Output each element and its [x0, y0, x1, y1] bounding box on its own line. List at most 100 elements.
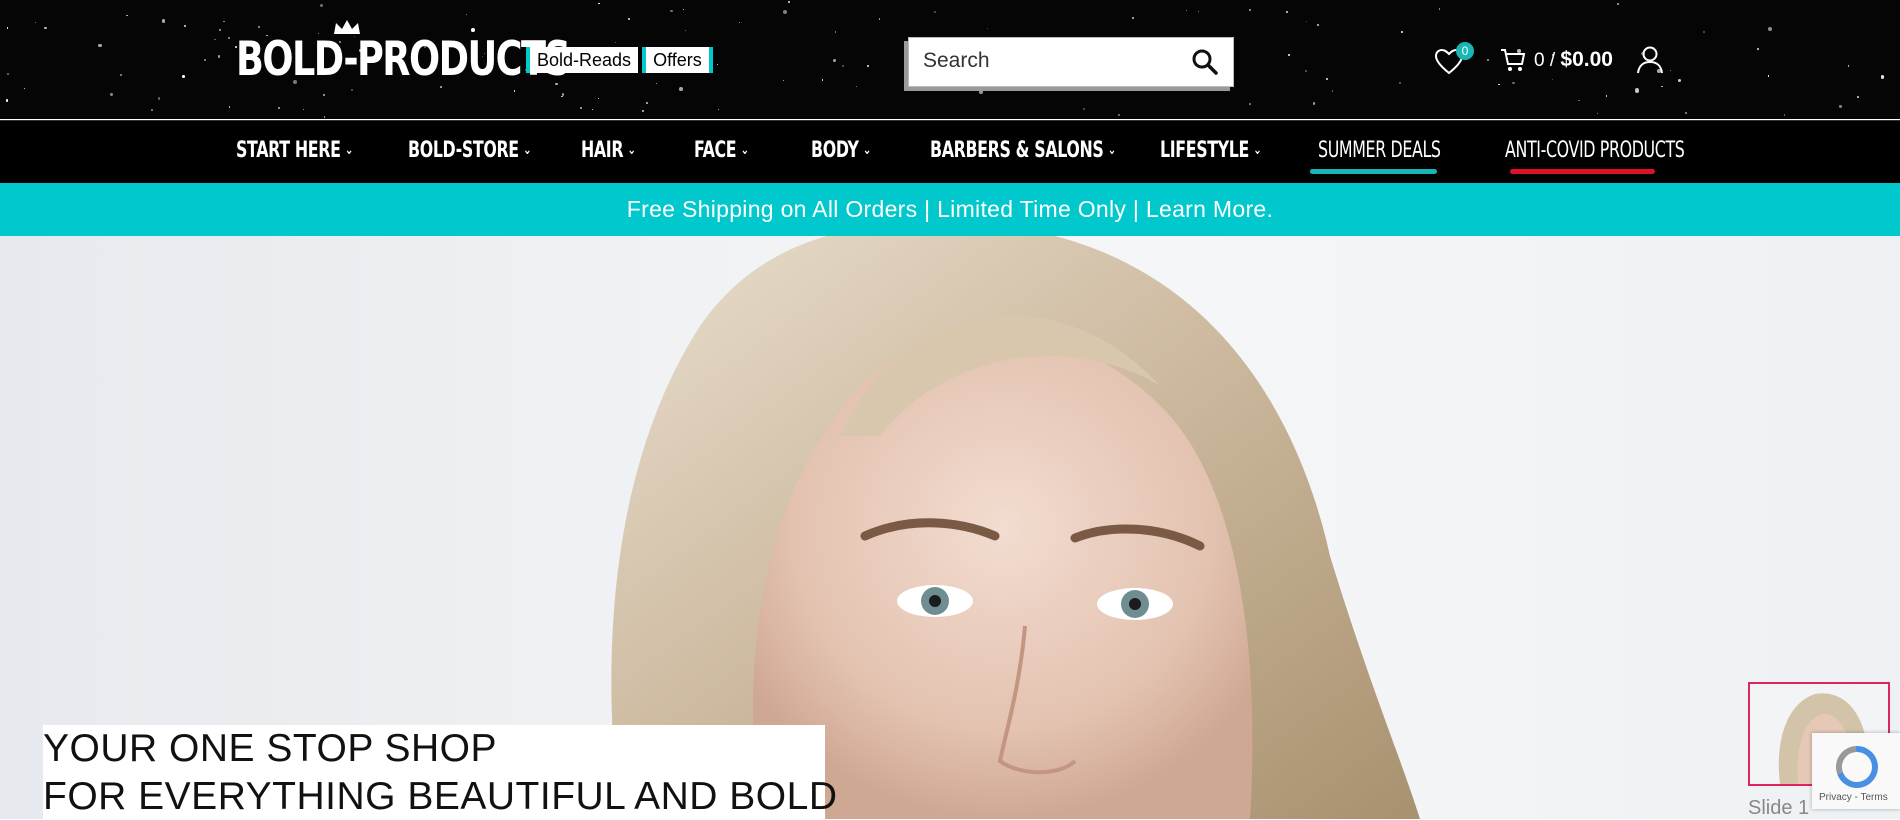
star	[614, 42, 616, 44]
slide-alt-text: Slide 1	[1748, 797, 1810, 819]
star	[513, 90, 515, 92]
nav-item-lifestyle[interactable]: LIFESTYLE ⌄	[1160, 138, 1262, 163]
star	[979, 90, 984, 94]
chevron-down-icon: ⌄	[1107, 142, 1116, 158]
star	[1634, 88, 1640, 93]
site-logo[interactable]: BOLD-PRODUCTS	[236, 18, 571, 88]
star	[1083, 107, 1086, 110]
star	[119, 74, 122, 77]
star	[782, 10, 788, 15]
star	[1438, 7, 1441, 10]
star	[1304, 70, 1307, 73]
star	[597, 97, 600, 100]
nav-item-hair[interactable]: HAIR ⌄	[581, 138, 636, 163]
star	[6, 26, 9, 29]
search-box[interactable]: Search	[908, 37, 1234, 87]
star	[832, 58, 836, 62]
star	[323, 116, 326, 118]
nav-item-bold-store[interactable]: BOLD-STORE ⌄	[408, 138, 532, 163]
star	[1669, 69, 1671, 71]
star	[1131, 16, 1135, 20]
pill-bold-reads[interactable]: Bold-Reads	[526, 47, 639, 73]
pill-offers[interactable]: Offers	[642, 47, 713, 73]
star	[834, 31, 837, 33]
star	[182, 75, 185, 78]
star	[1605, 95, 1607, 97]
hero-headline-line2: FOR EVERYTHING BEAUTIFUL AND BOLD	[43, 775, 838, 818]
cart-summary: 0 / $0.00	[1534, 48, 1613, 72]
recaptcha-links[interactable]: Privacy - Terms	[1819, 792, 1888, 803]
star	[591, 108, 594, 111]
wishlist-button[interactable]: 0	[1434, 40, 1474, 80]
star	[228, 106, 231, 108]
header-pills: Bold-Reads Offers	[526, 47, 717, 73]
star	[933, 10, 936, 13]
star	[684, 29, 686, 31]
account-button[interactable]	[1636, 40, 1666, 80]
star	[580, 107, 583, 110]
search-input[interactable]: Search	[923, 49, 990, 73]
nav-item-summer-deals[interactable]: SUMMER DEALS	[1318, 138, 1441, 163]
cart-icon	[1501, 49, 1526, 71]
star	[302, 108, 305, 111]
nav-item-start-here[interactable]: START HERE ⌄	[236, 138, 353, 163]
star	[879, 18, 881, 20]
promo-banner[interactable]: Free Shipping on All Orders | Limited Ti…	[0, 183, 1900, 236]
star	[44, 26, 47, 30]
promo-banner-text: Free Shipping on All Orders | Limited Ti…	[626, 196, 1274, 222]
star	[34, 21, 36, 23]
star	[323, 93, 326, 97]
cart-total: $0.00	[1560, 48, 1613, 71]
chevron-down-icon: ⌄	[862, 142, 871, 158]
star	[716, 63, 719, 66]
nav-label: LIFESTYLE	[1160, 138, 1249, 163]
star	[1197, 10, 1200, 13]
nav-item-barbers-salons[interactable]: BARBERS & SALONS ⌄	[930, 138, 1116, 163]
star	[1857, 96, 1859, 98]
star	[223, 21, 225, 23]
nav-item-body[interactable]: BODY ⌄	[811, 138, 871, 163]
star	[1316, 23, 1319, 26]
star	[203, 58, 206, 61]
nav-item-anti-covid[interactable]: ANTI-COVID PRODUCTS	[1505, 138, 1685, 163]
star	[1399, 81, 1402, 84]
star	[1185, 10, 1187, 12]
logo-text: BOLD-PRODUCTS	[236, 32, 571, 87]
star	[598, 2, 601, 5]
star	[109, 92, 113, 96]
user-icon	[1637, 46, 1663, 74]
star	[5, 99, 9, 103]
main-navigation: START HERE ⌄ BOLD-STORE ⌄ HAIR ⌄ FACE ⌄ BODY…	[0, 120, 1900, 184]
star	[1249, 103, 1251, 105]
star	[841, 64, 844, 67]
star	[1486, 59, 1489, 62]
star	[1617, 3, 1620, 6]
star	[1305, 20, 1307, 23]
star	[1312, 102, 1315, 105]
recaptcha-icon	[1835, 745, 1878, 788]
cart-button[interactable]: 0 / $0.00	[1500, 40, 1630, 80]
star	[1331, 90, 1334, 92]
star	[670, 9, 673, 13]
nav-item-face[interactable]: FACE ⌄	[694, 138, 749, 163]
star	[821, 79, 824, 81]
star	[717, 108, 719, 111]
nav-label: BARBERS & SALONS	[930, 138, 1104, 163]
star	[1093, 88, 1096, 91]
star	[466, 14, 468, 16]
search-icon[interactable]	[1191, 48, 1219, 76]
star	[1784, 114, 1786, 116]
star	[1117, 113, 1120, 116]
hero-slider: YOUR ONE STOP SHOP FOR EVERYTHING BEAUTI…	[0, 236, 1900, 819]
chevron-down-icon: ⌄	[1253, 142, 1262, 158]
hero-caption: YOUR ONE STOP SHOP FOR EVERYTHING BEAUTI…	[43, 725, 837, 819]
nav-label: ANTI-COVID PRODUCTS	[1505, 138, 1685, 163]
star	[1767, 75, 1769, 77]
star	[1325, 77, 1328, 80]
star	[1249, 9, 1252, 12]
star	[1400, 31, 1403, 34]
star	[157, 97, 161, 100]
star	[1880, 74, 1885, 79]
nav-label: FACE	[694, 138, 737, 163]
star	[278, 107, 281, 110]
